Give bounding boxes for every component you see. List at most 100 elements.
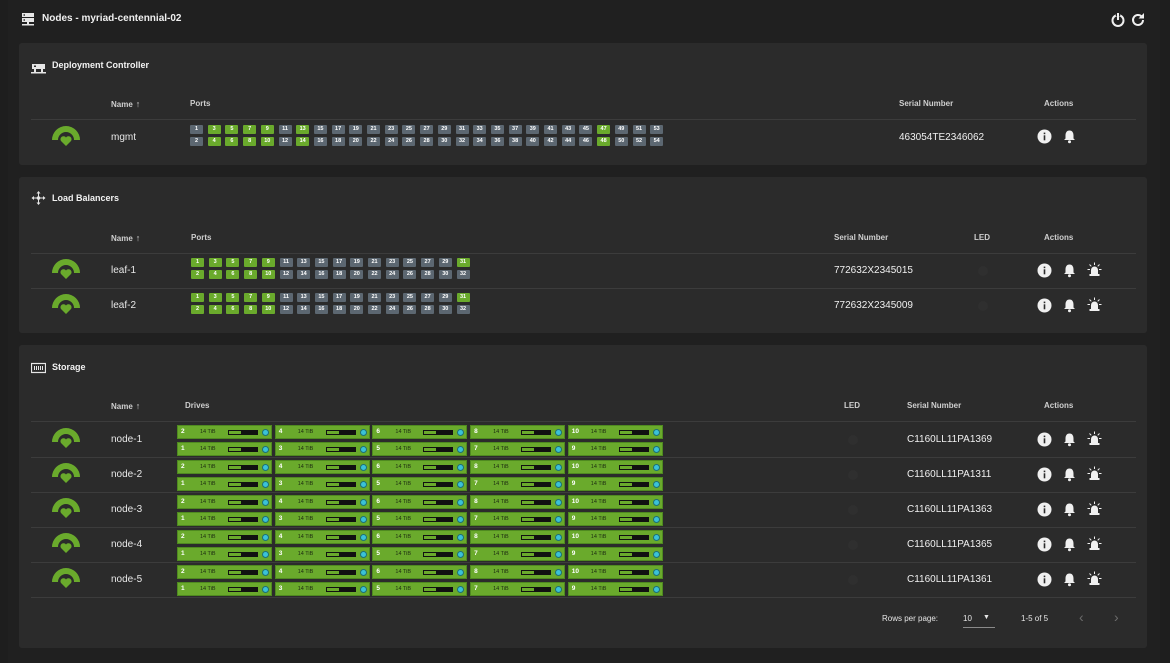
port-9[interactable]: 9 <box>260 125 274 134</box>
bell-icon[interactable] <box>1062 263 1077 278</box>
drive-slot[interactable]: 6 14 TiB <box>372 565 468 579</box>
port-32[interactable]: 32 <box>456 270 470 279</box>
port-10[interactable]: 10 <box>261 270 275 279</box>
port-34[interactable]: 34 <box>473 137 487 146</box>
drive-slot[interactable]: 3 14 TiB <box>274 477 370 491</box>
drive-slot[interactable]: 5 14 TiB <box>372 477 468 491</box>
drive-slot[interactable]: 9 14 TiB <box>567 547 663 561</box>
bell-icon[interactable] <box>1062 467 1077 482</box>
port-16[interactable]: 16 <box>314 270 328 279</box>
bell-icon[interactable] <box>1062 129 1077 144</box>
port-5[interactable]: 5 <box>226 293 240 302</box>
drive-slot[interactable]: 7 14 TiB <box>470 547 566 561</box>
port-15[interactable]: 15 <box>314 293 328 302</box>
drive-slot[interactable]: 8 14 TiB <box>470 565 566 579</box>
port-35[interactable]: 35 <box>490 125 504 134</box>
port-10[interactable]: 10 <box>261 305 275 314</box>
port-17[interactable]: 17 <box>331 125 345 134</box>
node-name[interactable]: leaf-1 <box>111 265 136 276</box>
info-icon[interactable] <box>1037 572 1052 587</box>
port-21[interactable]: 21 <box>368 258 381 267</box>
drive-slot[interactable]: 10 14 TiB <box>567 495 663 509</box>
port-36[interactable]: 36 <box>490 137 504 146</box>
info-icon[interactable] <box>1037 432 1052 447</box>
drive-slot[interactable]: 9 14 TiB <box>567 512 663 526</box>
node-name[interactable]: mgmt <box>111 132 136 143</box>
port-18[interactable]: 18 <box>331 137 345 146</box>
port-46[interactable]: 46 <box>579 137 593 146</box>
name-column-header[interactable]: Name ↑ <box>111 401 140 411</box>
port-4[interactable]: 4 <box>208 305 222 314</box>
drive-slot[interactable]: 4 14 TiB <box>274 495 370 509</box>
port-39[interactable]: 39 <box>526 125 540 134</box>
port-18[interactable]: 18 <box>332 305 346 314</box>
info-icon[interactable] <box>1037 129 1052 144</box>
port-8[interactable]: 8 <box>243 137 257 146</box>
drive-slot[interactable]: 3 14 TiB <box>274 582 370 596</box>
port-20[interactable]: 20 <box>350 305 364 314</box>
drive-slot[interactable]: 9 14 TiB <box>567 582 663 596</box>
port-42[interactable]: 42 <box>544 137 557 146</box>
port-5[interactable]: 5 <box>226 258 240 267</box>
node-name[interactable]: node-1 <box>111 434 142 445</box>
port-47[interactable]: 47 <box>597 125 611 134</box>
drive-slot[interactable]: 5 14 TiB <box>372 547 468 561</box>
port-28[interactable]: 28 <box>421 270 435 279</box>
port-31[interactable]: 31 <box>456 258 470 267</box>
port-17[interactable]: 17 <box>332 258 346 267</box>
port-1[interactable]: 1 <box>190 125 203 134</box>
drive-slot[interactable]: 2 14 TiB <box>177 460 272 474</box>
drive-slot[interactable]: 8 14 TiB <box>470 425 566 439</box>
beacon-icon[interactable] <box>1087 536 1102 551</box>
port-31[interactable]: 31 <box>456 293 470 302</box>
port-20[interactable]: 20 <box>350 270 364 279</box>
port-7[interactable]: 7 <box>244 258 258 267</box>
power-icon[interactable] <box>1110 12 1126 28</box>
port-28[interactable]: 28 <box>420 137 434 146</box>
info-icon[interactable] <box>1037 537 1052 552</box>
drive-slot[interactable]: 8 14 TiB <box>470 495 566 509</box>
port-3[interactable]: 3 <box>208 293 222 302</box>
name-column-header[interactable]: Name ↑ <box>111 99 140 109</box>
port-3[interactable]: 3 <box>207 125 221 134</box>
drive-slot[interactable]: 4 14 TiB <box>274 530 370 544</box>
port-51[interactable]: 51 <box>632 125 646 134</box>
port-20[interactable]: 20 <box>349 137 363 146</box>
drive-slot[interactable]: 9 14 TiB <box>567 477 663 491</box>
drive-slot[interactable]: 8 14 TiB <box>470 530 566 544</box>
port-10[interactable]: 10 <box>260 137 274 146</box>
port-25[interactable]: 25 <box>402 125 416 134</box>
drive-slot[interactable]: 4 14 TiB <box>274 425 370 439</box>
port-44[interactable]: 44 <box>561 137 575 146</box>
beacon-icon[interactable] <box>1087 431 1102 446</box>
port-6[interactable]: 6 <box>225 137 239 146</box>
port-6[interactable]: 6 <box>226 270 240 279</box>
port-23[interactable]: 23 <box>384 125 398 134</box>
port-14[interactable]: 14 <box>296 137 310 146</box>
port-12[interactable]: 12 <box>279 270 293 279</box>
port-30[interactable]: 30 <box>438 270 452 279</box>
port-43[interactable]: 43 <box>561 125 575 134</box>
port-27[interactable]: 27 <box>421 293 435 302</box>
info-icon[interactable] <box>1037 298 1052 313</box>
bell-icon[interactable] <box>1062 432 1077 447</box>
drive-slot[interactable]: 3 14 TiB <box>274 442 370 456</box>
led-indicator[interactable] <box>848 505 858 515</box>
drive-slot[interactable]: 1 14 TiB <box>177 477 272 491</box>
drive-slot[interactable]: 6 14 TiB <box>372 530 468 544</box>
beacon-icon[interactable] <box>1087 466 1102 481</box>
port-22[interactable]: 22 <box>368 270 381 279</box>
port-8[interactable]: 8 <box>244 305 258 314</box>
beacon-icon[interactable] <box>1087 501 1102 516</box>
info-icon[interactable] <box>1037 467 1052 482</box>
drive-slot[interactable]: 6 14 TiB <box>372 460 468 474</box>
port-11[interactable]: 11 <box>278 125 292 134</box>
port-26[interactable]: 26 <box>403 270 417 279</box>
port-5[interactable]: 5 <box>225 125 239 134</box>
port-41[interactable]: 41 <box>544 125 557 134</box>
drive-slot[interactable]: 10 14 TiB <box>567 565 663 579</box>
node-name[interactable]: node-2 <box>111 469 142 480</box>
port-29[interactable]: 29 <box>438 293 452 302</box>
port-19[interactable]: 19 <box>349 125 363 134</box>
port-53[interactable]: 53 <box>650 125 664 134</box>
